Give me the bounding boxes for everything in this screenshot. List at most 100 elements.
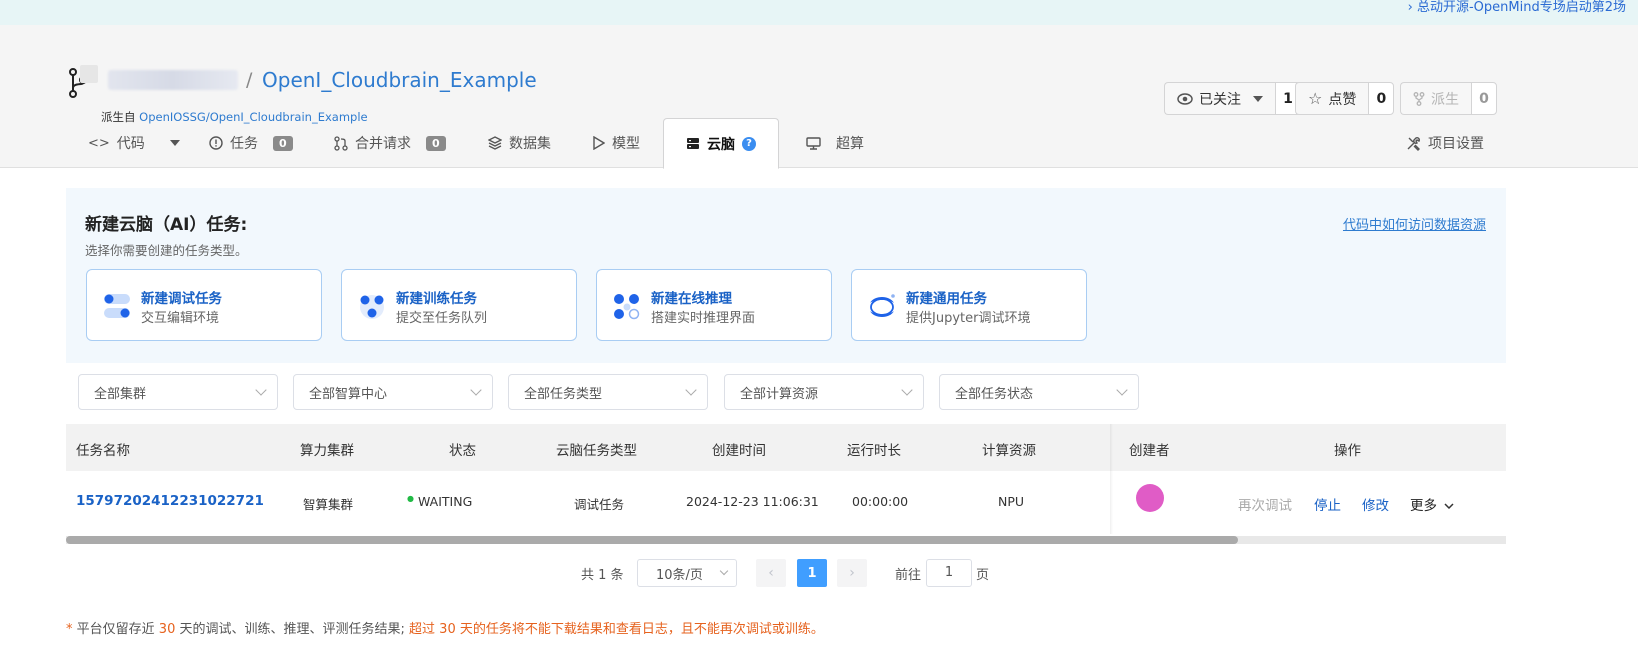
star-button[interactable]: ☆ 点赞	[1295, 82, 1369, 115]
jupyter-icon	[870, 294, 895, 317]
page-number-current[interactable]: 1	[797, 559, 827, 587]
tab-issues-label: 任务	[230, 136, 258, 152]
card-desc: 搭建实时推理界面	[651, 311, 756, 326]
more-label: 更多	[1410, 498, 1437, 514]
fork-group: 派生 0	[1400, 82, 1497, 115]
note-part3: 超过	[409, 622, 436, 637]
tab-issues[interactable]: 任务 0	[209, 118, 293, 168]
card-title: 新建调试任务	[141, 291, 222, 307]
resource-filter-value: 全部计算资源	[740, 386, 819, 402]
cluster-filter-select[interactable]: 全部集群	[78, 374, 278, 410]
cell-status: ● WAITING	[407, 494, 472, 509]
tools-icon	[1407, 136, 1420, 151]
cluster-filter-value: 全部集群	[94, 386, 147, 402]
next-page-button[interactable]: ›	[837, 559, 867, 587]
edit-button[interactable]: 修改	[1362, 494, 1389, 514]
rerun-debug-button[interactable]: 再次调试	[1238, 494, 1292, 514]
star-count[interactable]: 0	[1368, 82, 1395, 115]
tab-supercompute-label: 超算	[836, 136, 864, 152]
status-filter-select[interactable]: 全部任务状态	[939, 374, 1139, 410]
owner-avatar	[80, 65, 98, 83]
cell-duration: 00:00:00	[852, 494, 909, 509]
tab-pulls-label: 合并请求	[355, 136, 411, 152]
col-name: 任务名称	[76, 443, 130, 459]
page-size-select[interactable]: 10条/页	[637, 559, 737, 587]
watch-button[interactable]: 已关注	[1164, 82, 1275, 115]
inference-grid-icon	[614, 294, 640, 320]
card-title: 新建在线推理	[651, 291, 732, 307]
issue-icon	[209, 136, 223, 150]
repo-name-link[interactable]: OpenI_Cloudbrain_Example	[262, 68, 537, 92]
tab-datasets-label: 数据集	[509, 136, 551, 152]
tab-cloudbrain[interactable]: 云脑 ?	[663, 118, 779, 169]
watch-label: 已关注	[1199, 91, 1241, 108]
note-asterisk: *	[66, 622, 73, 637]
path-separator: /	[246, 69, 253, 91]
fork-button[interactable]: 派生	[1400, 82, 1471, 115]
code-icon: <>	[88, 135, 110, 151]
data-access-help-link[interactable]: 代码中如何访问数据资源	[1343, 214, 1486, 233]
page-size-value: 10条/页	[656, 567, 703, 583]
chevron-right-icon: ›	[849, 565, 855, 581]
center-filter-select[interactable]: 全部智算中心	[293, 374, 493, 410]
center-filter-value: 全部智算中心	[309, 386, 388, 402]
fork-count[interactable]: 0	[1471, 82, 1497, 115]
goto-page-input[interactable]: 1	[926, 559, 972, 587]
new-general-task-card[interactable]: 新建通用任务 提供Jupyter调试环境	[851, 269, 1087, 341]
repo-header: / OpenI_Cloudbrain_Example 派生自 OpenIOSSG…	[0, 25, 1638, 169]
train-nodes-icon	[360, 295, 384, 319]
card-desc: 交互编辑环境	[141, 311, 220, 326]
cell-resource: NPU	[998, 494, 1025, 509]
task-type-filter-select[interactable]: 全部任务类型	[508, 374, 708, 410]
tab-supercompute[interactable]: 超算	[806, 118, 864, 168]
issues-count-badge: 0	[273, 135, 293, 151]
col-resource: 计算资源	[982, 443, 1036, 459]
tab-settings[interactable]: 项目设置	[1406, 118, 1484, 168]
pagination-total: 共 1 条	[581, 568, 624, 583]
status-text: WAITING	[417, 494, 473, 510]
panel-subtitle: 选择你需要创建的任务类型。	[85, 243, 248, 258]
new-debug-task-card[interactable]: 新建调试任务 交互编辑环境	[86, 269, 322, 341]
card-desc: 提供Jupyter调试环境	[906, 311, 1031, 326]
goto-unit: 页	[976, 568, 990, 583]
tab-models[interactable]: 模型	[593, 118, 640, 168]
layers-icon	[488, 136, 502, 150]
col-created: 创建时间	[712, 443, 766, 459]
new-train-task-card[interactable]: 新建训练任务 提交至任务队列	[341, 269, 577, 341]
stop-button[interactable]: 停止	[1314, 494, 1341, 514]
prev-page-button[interactable]: ‹	[756, 559, 786, 587]
cell-created: 2024-12-23 11:06:31	[686, 494, 819, 509]
chevron-left-icon: ‹	[768, 565, 774, 581]
col-duration: 运行时长	[847, 443, 901, 459]
resource-filter-select[interactable]: 全部计算资源	[724, 374, 924, 410]
chevron-down-icon	[719, 566, 729, 576]
owner-name-redacted[interactable]	[108, 70, 238, 90]
note-days1: 30	[158, 622, 176, 637]
help-icon[interactable]: ?	[742, 136, 756, 151]
star-label: 点赞	[1328, 91, 1357, 108]
play-icon	[593, 136, 605, 150]
new-inference-card[interactable]: 新建在线推理 搭建实时推理界面	[596, 269, 832, 341]
horizontal-scrollbar-thumb[interactable]	[66, 536, 1238, 544]
caret-down-icon	[169, 140, 180, 146]
create-task-panel: 新建云脑（AI）任务: 选择你需要创建的任务类型。 代码中如何访问数据资源 新建…	[66, 188, 1506, 363]
task-type-filter-value: 全部任务类型	[524, 386, 603, 402]
pull-request-icon	[334, 135, 348, 151]
tab-code[interactable]: <> 代码	[88, 118, 180, 168]
announcement-link[interactable]: › 总动开源-OpenMind专场启动第2场	[1408, 0, 1626, 15]
star-icon: ☆	[1308, 89, 1323, 108]
tab-datasets[interactable]: 数据集	[488, 118, 551, 168]
tab-code-label: 代码	[116, 136, 145, 152]
star-group: ☆ 点赞 0	[1295, 82, 1395, 115]
task-name-link[interactable]: 15797202412231022721	[76, 493, 264, 509]
status-dot-icon: ●	[407, 494, 414, 503]
chevron-down-icon	[1116, 384, 1128, 396]
repo-tabs: <> 代码 任务 0 合并请求 0 数据集 模型 云脑 ? 超算 项目设置	[0, 118, 1638, 169]
col-cluster: 算力集群	[300, 443, 354, 459]
note-part4: 天的任务将不能下载结果和查看日志，且不能再次调试或训练。	[459, 622, 824, 637]
card-desc: 提交至任务队列	[396, 311, 488, 326]
creator-avatar[interactable]	[1136, 484, 1164, 512]
tab-pull-requests[interactable]: 合并请求 0	[334, 118, 446, 168]
chevron-down-icon	[255, 384, 267, 396]
more-dropdown[interactable]: 更多	[1410, 494, 1454, 514]
